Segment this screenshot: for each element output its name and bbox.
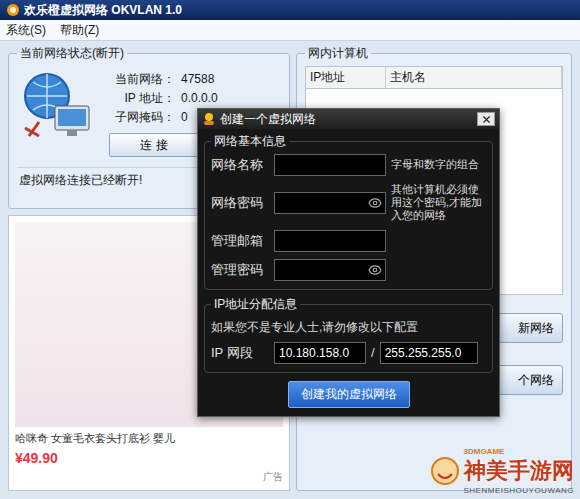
form-label: 网络密码 xyxy=(211,194,269,212)
column-header[interactable]: 主机名 xyxy=(386,67,562,88)
form-hint: 字母和数字的组合 xyxy=(391,158,486,171)
ip-row: IP 网段 10.180.158.0 / 255.255.255.0 xyxy=(211,342,486,364)
ad-tag: 广告 xyxy=(263,470,283,484)
form-hint: 其他计算机必须使用这个密码,才能加入您的网络 xyxy=(391,183,486,223)
basic-section-title: 网络基本信息 xyxy=(211,133,289,150)
dialog-title-bar: 创建一个虚拟网络 xyxy=(198,109,499,129)
basic-form: 网络名称 字母和数字的组合网络密码 其他计算机必须使用这个密码,才能加入您的网络管理… xyxy=(211,154,486,281)
form-label: 管理邮箱 xyxy=(211,232,269,250)
watermark-name: 神美手游网 xyxy=(464,456,574,486)
menu-item[interactable]: 系统(S) xyxy=(6,22,46,39)
title-bar: 欢乐橙虚拟网络 OKVLAN 1.0 xyxy=(0,0,580,20)
column-header[interactable]: IP地址 xyxy=(306,67,386,88)
form-label: 网络名称 xyxy=(211,156,269,174)
field-value: 0.0.0.0 xyxy=(181,91,218,106)
close-icon xyxy=(481,114,492,125)
form-label: 管理密码 xyxy=(211,261,269,279)
field-label: 子网掩码： xyxy=(109,110,175,125)
status-field: IP 地址： 0.0.0.0 xyxy=(109,91,218,106)
ip-separator: / xyxy=(371,345,375,360)
field-label: 当前网络： xyxy=(109,72,175,87)
password-input[interactable] xyxy=(274,192,386,214)
text-input[interactable] xyxy=(274,230,386,252)
watermark-texts: 3DMGAME神美手游网SHENMEISHOUYOUWANG xyxy=(464,447,575,495)
watermark-pinyin: SHENMEISHOUYOUWANG xyxy=(464,486,575,495)
ad-title[interactable]: 哈咪奇 女童毛衣套头打底衫 婴儿 xyxy=(15,431,283,446)
computers-panel-title: 网内计算机 xyxy=(305,45,371,62)
create-network-button[interactable]: 创建我的虚拟网络 xyxy=(288,381,410,408)
status-panel-title: 当前网络状态(断开) xyxy=(17,45,127,62)
menu-bar: 系统(S) 帮助(Z) xyxy=(0,20,580,41)
watermark-brand: 3DMGAME xyxy=(464,447,505,456)
dialog-icon xyxy=(202,112,216,126)
eye-icon[interactable] xyxy=(368,263,382,277)
ip-section-title: IP地址分配信息 xyxy=(211,296,300,313)
status-field: 当前网络： 47588 xyxy=(109,72,218,87)
password-input[interactable] xyxy=(274,259,386,281)
close-button[interactable] xyxy=(477,112,495,126)
watermark: 3DMGAME神美手游网SHENMEISHOUYOUWANG xyxy=(430,447,575,495)
app-icon xyxy=(6,3,20,17)
ip-label: IP 网段 xyxy=(211,344,269,362)
app-window: 欢乐橙虚拟网络 OKVLAN 1.0 系统(S) 帮助(Z) 当前网络状态(断开) 当前… xyxy=(0,0,580,499)
create-network-dialog: 创建一个虚拟网络网络基本信息网络名称 字母和数字的组合网络密码 其他计算机必须使用这… xyxy=(197,108,500,417)
dialog-title: 创建一个虚拟网络 xyxy=(220,111,473,128)
menu-item[interactable]: 帮助(Z) xyxy=(60,22,99,39)
eye-icon[interactable] xyxy=(368,196,382,210)
connect-button[interactable]: 连 接 xyxy=(109,133,199,157)
ip-section: IP地址分配信息如果您不是专业人士,请勿修改以下配置 IP 网段 10.180.15… xyxy=(204,296,493,373)
field-value: 0 xyxy=(181,110,188,125)
basic-section: 网络基本信息网络名称 字母和数字的组合网络密码 其他计算机必须使用这个密码,才能加入… xyxy=(204,133,493,290)
mask-input[interactable]: 255.255.255.0 xyxy=(380,342,478,364)
field-value: 47588 xyxy=(181,72,214,87)
field-label: IP 地址： xyxy=(109,91,175,106)
ip-note: 如果您不是专业人士,请勿修改以下配置 xyxy=(211,319,486,336)
text-input[interactable] xyxy=(274,154,386,176)
window-title: 欢乐橙虚拟网络 OKVLAN 1.0 xyxy=(24,2,182,19)
network-input[interactable]: 10.180.158.0 xyxy=(274,342,366,364)
ad-price: ¥49.90 xyxy=(15,450,283,466)
dialog-body: 网络基本信息网络名称 字母和数字的组合网络密码 其他计算机必须使用这个密码,才能加入… xyxy=(198,129,499,416)
table-header: IP地址主机名 xyxy=(305,66,563,89)
site-logo-icon xyxy=(430,456,460,486)
network-icon xyxy=(17,66,95,144)
